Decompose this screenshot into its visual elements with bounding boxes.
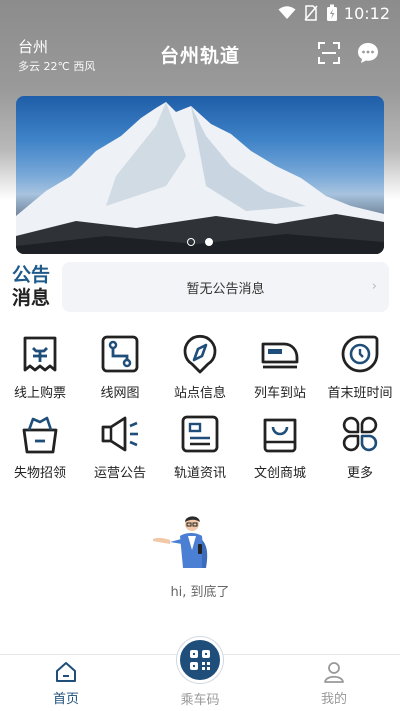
top-bar: 台州 多云 22℃ 西风 台州轨道 bbox=[0, 28, 400, 78]
status-icons bbox=[278, 4, 338, 22]
person-illustration bbox=[153, 516, 208, 568]
clock-icon bbox=[341, 335, 379, 373]
qr-code-icon bbox=[190, 650, 210, 670]
menu-item-operation-notice[interactable]: 运营公告 bbox=[80, 414, 160, 481]
menu-item-station-info[interactable]: 站点信息 bbox=[160, 334, 240, 401]
menu-item-label: 站点信息 bbox=[173, 386, 226, 401]
nav-ride-code-label: 乘车码 bbox=[180, 693, 220, 708]
scan-icon[interactable] bbox=[318, 42, 340, 64]
ticket-icon bbox=[23, 336, 57, 372]
message-icon[interactable] bbox=[356, 41, 380, 65]
train-icon bbox=[261, 342, 299, 369]
notice-label-line2: 消息 bbox=[12, 287, 51, 309]
battery-icon bbox=[327, 4, 337, 21]
shop-icon bbox=[263, 418, 297, 453]
news-icon bbox=[181, 415, 219, 453]
menu-item-label: 文创商城 bbox=[253, 466, 306, 481]
menu-item-creative-shop[interactable]: 文创商城 bbox=[240, 414, 320, 481]
menu-item-label: 列车到站 bbox=[253, 386, 306, 401]
carousel-dot-active[interactable] bbox=[205, 238, 213, 246]
banner-carousel[interactable] bbox=[16, 96, 384, 254]
lost-found-icon bbox=[22, 416, 58, 454]
nav-home-label: 首页 bbox=[52, 692, 79, 707]
nav-home[interactable]: 首页 bbox=[26, 660, 106, 707]
nav-me-label: 我的 bbox=[320, 692, 347, 707]
page-title: 台州轨道 bbox=[159, 45, 240, 67]
menu-item-label: 线上购票 bbox=[13, 386, 66, 401]
compass-icon bbox=[183, 334, 217, 374]
menu-item-rail-news[interactable]: 轨道资讯 bbox=[160, 414, 240, 481]
menu-item-network-map[interactable]: 线网图 bbox=[80, 334, 160, 401]
notice-label-line1: 公告 bbox=[12, 264, 51, 286]
mountain-image bbox=[16, 102, 384, 254]
wifi-icon bbox=[278, 6, 296, 19]
status-bar: 10:12 bbox=[0, 0, 400, 28]
notice-message: 暂无公告消息 bbox=[186, 281, 265, 297]
home-icon bbox=[56, 662, 76, 682]
menu-item-label: 运营公告 bbox=[93, 466, 146, 481]
menu-item-label: 失物招领 bbox=[13, 466, 66, 481]
menu-item-train-arrival[interactable]: 列车到站 bbox=[240, 334, 320, 401]
menu-item-lost-found[interactable]: 失物招领 bbox=[0, 414, 80, 481]
megaphone-icon bbox=[101, 416, 138, 452]
menu-item-label: 更多 bbox=[346, 466, 373, 481]
sim-icon bbox=[304, 5, 318, 21]
menu-item-more[interactable]: 更多 bbox=[320, 414, 400, 481]
carousel-indicator bbox=[16, 238, 384, 246]
ride-code-button[interactable] bbox=[177, 637, 223, 683]
network-map-icon bbox=[101, 335, 139, 373]
chevron-right-icon: › bbox=[371, 279, 377, 294]
carousel-dot[interactable] bbox=[187, 238, 195, 246]
notice-label: 公告 消息 bbox=[12, 264, 54, 310]
menu-item-label: 线网图 bbox=[100, 386, 140, 401]
end-of-list-text: hi, 到底了 bbox=[170, 585, 230, 600]
nav-me[interactable]: 我的 bbox=[294, 660, 374, 707]
menu-item-first-last-train[interactable]: 首末班时间 bbox=[320, 334, 400, 401]
notice-box[interactable]: 暂无公告消息 › bbox=[62, 262, 389, 312]
menu-item-label: 轨道资讯 bbox=[173, 466, 226, 481]
user-icon bbox=[324, 662, 344, 683]
more-icon bbox=[342, 416, 378, 452]
status-time: 10:12 bbox=[343, 4, 390, 23]
menu-item-online-ticket[interactable]: 线上购票 bbox=[0, 334, 80, 401]
menu-item-label: 首末班时间 bbox=[327, 386, 393, 401]
